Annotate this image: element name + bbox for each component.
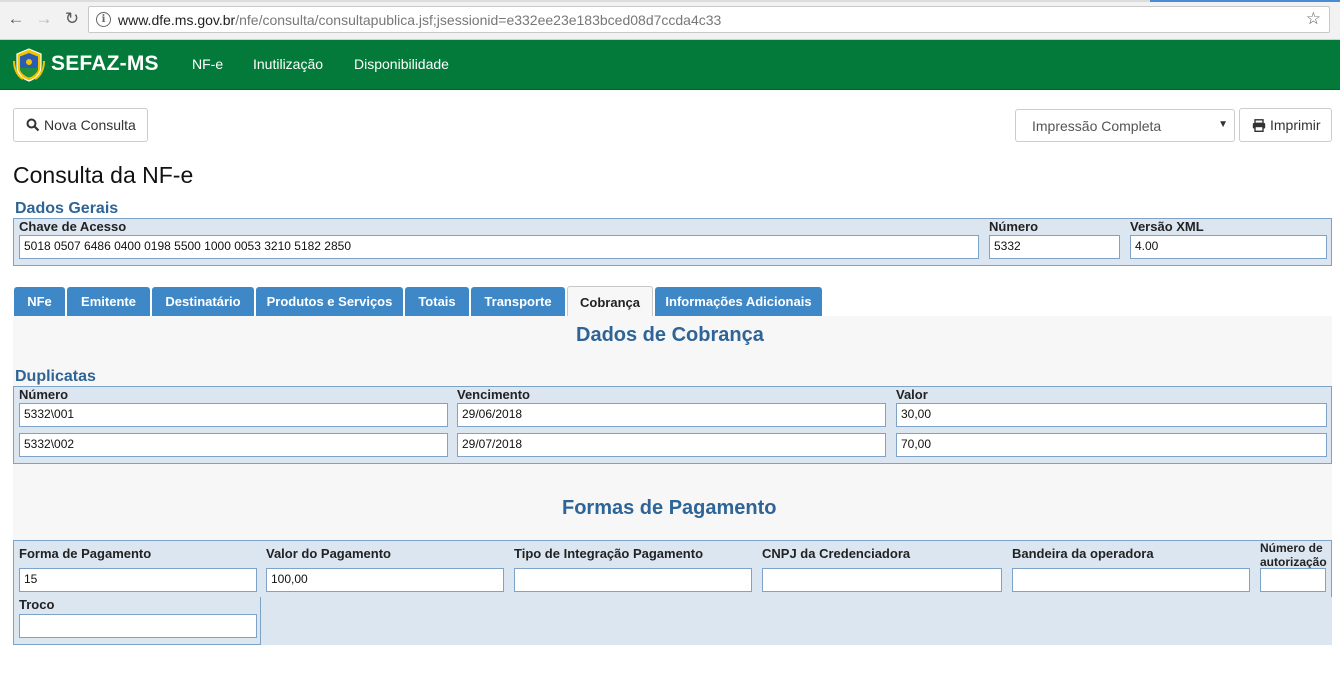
duplicata-2-vencimento[interactable]: 29/07/2018: [457, 433, 886, 457]
bookmark-star-icon[interactable]: ☆: [1306, 9, 1321, 29]
site-header: SEFAZ-MS NF-e Inutilização Disponibilida…: [0, 40, 1340, 90]
menu-item-inutilizacao[interactable]: Inutilização: [253, 56, 323, 72]
duplicatas-panel: Número Vencimento Valor 5332\001 29/06/2…: [13, 386, 1332, 464]
tab-nfe[interactable]: NFe: [14, 287, 65, 316]
imprimir-label: Imprimir: [1270, 117, 1321, 133]
numero-autorizacao-label: Número de autorização: [1260, 541, 1327, 569]
dados-cobranca-heading: Dados de Cobrança: [576, 324, 764, 346]
tab-cobranca[interactable]: Cobrança: [567, 286, 653, 317]
dados-gerais-title: Dados Gerais: [15, 200, 119, 217]
duplicata-1-vencimento[interactable]: 29/06/2018: [457, 403, 886, 427]
menu-item-disponibilidade[interactable]: Disponibilidade: [354, 56, 449, 72]
dropdown-caret-icon: ▼: [1218, 119, 1228, 130]
active-tab-indicator: [1150, 0, 1340, 2]
print-mode-value: Impressão Completa: [1032, 117, 1162, 134]
duplicata-numero-header: Número: [19, 387, 69, 402]
info-icon[interactable]: i: [96, 12, 111, 27]
forma-pagamento-label: Forma de Pagamento: [19, 546, 152, 561]
cnpj-credenciadora-label: CNPJ da Credenciadora: [762, 546, 911, 561]
tab-totais[interactable]: Totais: [405, 287, 469, 316]
formas-pagamento-heading: Formas de Pagamento: [562, 497, 777, 519]
formas-pagamento-panel: Forma de Pagamento 15 Valor do Pagamento…: [13, 540, 1332, 598]
troco-field[interactable]: [19, 614, 257, 638]
menu-item-nfe[interactable]: NF-e: [192, 56, 223, 72]
duplicatas-title: Duplicatas: [15, 368, 96, 385]
bandeira-operadora-label: Bandeira da operadora: [1012, 546, 1154, 561]
troco-cell: Troco: [13, 597, 261, 645]
forward-arrow-icon[interactable]: →: [33, 8, 55, 30]
duplicata-valor-header: Valor: [896, 387, 928, 402]
dados-gerais-panel: Chave de Acesso 5018 0507 6486 0400 0198…: [13, 218, 1332, 266]
forma-pagamento-field[interactable]: 15: [19, 568, 257, 592]
reload-icon[interactable]: ↻: [61, 8, 83, 30]
tipo-integracao-field[interactable]: [514, 568, 752, 592]
url-path: /nfe/consulta/consultapublica.jsf;jsessi…: [235, 12, 722, 28]
nova-consulta-button[interactable]: Nova Consulta: [13, 108, 148, 142]
url-host: www.dfe.ms.gov.br: [118, 12, 236, 28]
versao-xml-label: Versão XML: [1130, 219, 1204, 234]
state-coat-of-arms-icon: [13, 48, 45, 82]
tab-destinatario[interactable]: Destinatário: [152, 287, 254, 316]
tab-informacoes-adicionais[interactable]: Informações Adicionais: [655, 287, 822, 316]
bandeira-operadora-field[interactable]: [1012, 568, 1250, 592]
tab-strip: [0, 0, 1340, 2]
numero-field[interactable]: 5332: [989, 235, 1120, 259]
duplicata-vencimento-header: Vencimento: [457, 387, 530, 402]
printer-icon: [1252, 118, 1266, 132]
tab-emitente[interactable]: Emitente: [67, 287, 150, 316]
address-bar[interactable]: i www.dfe.ms.gov.br/nfe/consulta/consult…: [88, 6, 1330, 33]
tipo-integracao-label: Tipo de Integração Pagamento: [514, 546, 704, 561]
tab-produtos-servicos[interactable]: Produtos e Serviços: [256, 287, 403, 316]
troco-label: Troco: [19, 597, 55, 612]
search-icon: [26, 118, 40, 132]
imprimir-button[interactable]: Imprimir: [1239, 108, 1332, 142]
duplicata-2-numero[interactable]: 5332\002: [19, 433, 448, 457]
duplicata-1-numero[interactable]: 5332\001: [19, 403, 448, 427]
cnpj-credenciadora-field[interactable]: [762, 568, 1002, 592]
back-arrow-icon[interactable]: ←: [5, 8, 27, 30]
chave-acesso-label: Chave de Acesso: [19, 219, 127, 234]
print-mode-select[interactable]: Impressão Completa ▼: [1015, 109, 1235, 142]
browser-toolbar: ← → ↻ i www.dfe.ms.gov.br/nfe/consulta/c…: [0, 0, 1340, 40]
chave-acesso-field[interactable]: 5018 0507 6486 0400 0198 5500 1000 0053 …: [19, 235, 979, 259]
tab-transporte[interactable]: Transporte: [471, 287, 565, 316]
page-title: Consulta da NF-e: [13, 162, 194, 188]
numero-label: Número: [989, 219, 1039, 234]
versao-xml-field[interactable]: 4.00: [1130, 235, 1327, 259]
duplicata-2-valor[interactable]: 70,00: [896, 433, 1327, 457]
valor-pagamento-field[interactable]: 100,00: [266, 568, 504, 592]
valor-pagamento-label: Valor do Pagamento: [266, 546, 391, 561]
url-text: www.dfe.ms.gov.br/nfe/consulta/consultap…: [118, 12, 721, 28]
nova-consulta-label: Nova Consulta: [44, 117, 136, 133]
duplicata-1-valor[interactable]: 30,00: [896, 403, 1327, 427]
numero-autorizacao-field[interactable]: [1260, 568, 1326, 592]
brand-name[interactable]: SEFAZ-MS: [51, 52, 159, 76]
